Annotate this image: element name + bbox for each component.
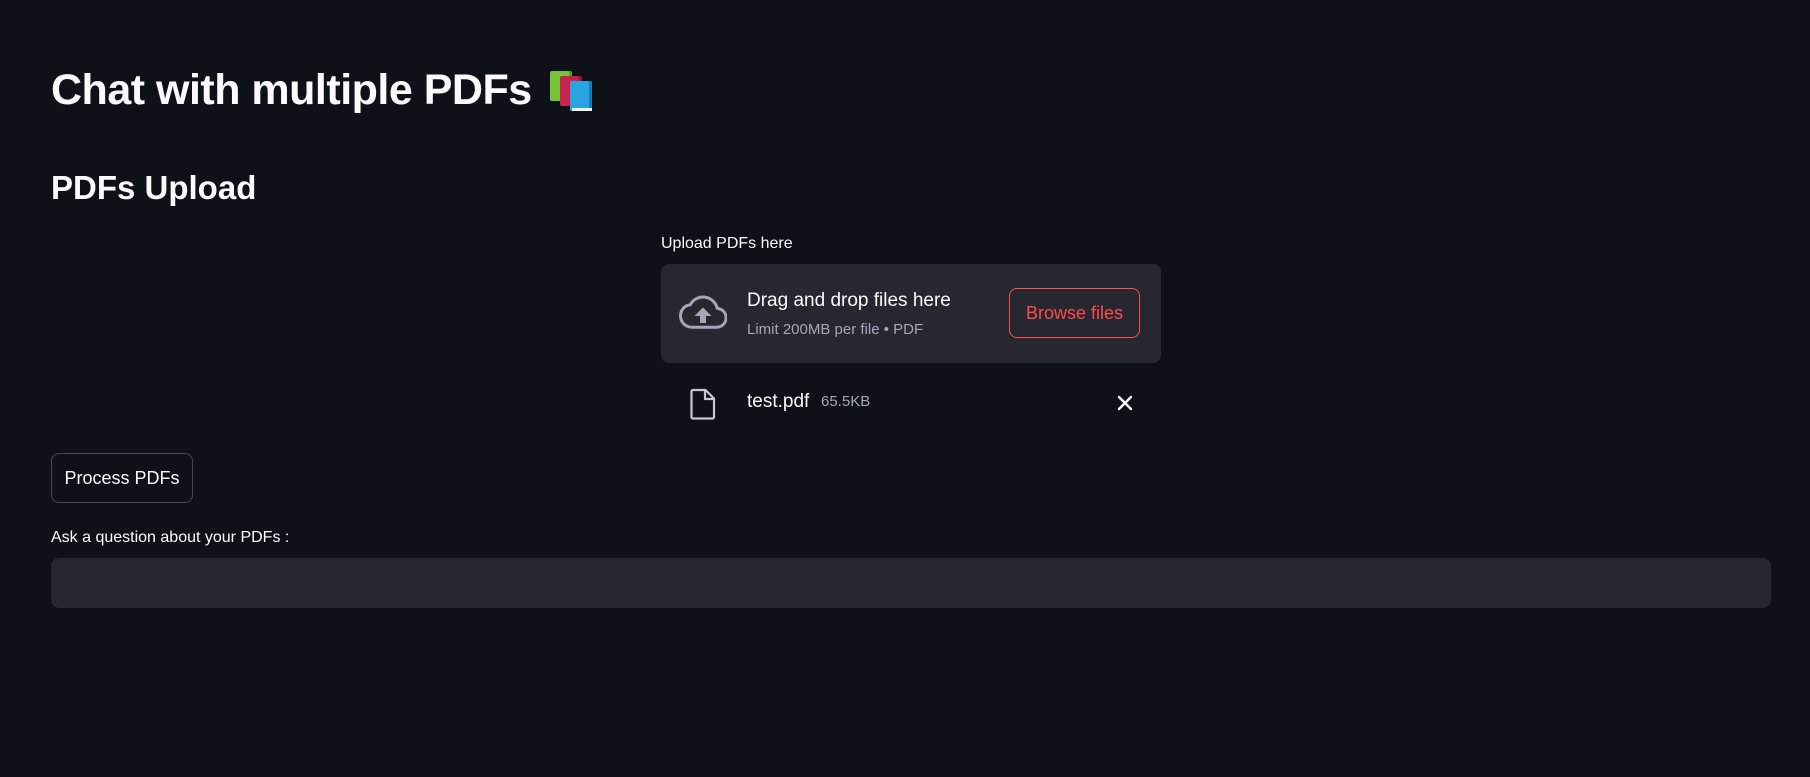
remove-file-button[interactable]: [1112, 390, 1138, 416]
uploaded-file-row: test.pdf 65.5KB: [661, 380, 1161, 424]
page-title: Chat with multiple PDFs: [51, 62, 596, 118]
question-label: Ask a question about your PDFs :: [51, 529, 290, 546]
process-pdfs-button[interactable]: Process PDFs: [51, 453, 193, 503]
dropzone-title: Drag and drop files here: [747, 290, 951, 311]
question-input[interactable]: [51, 558, 1771, 608]
book-page-shape: [571, 108, 592, 111]
uploader-label: Upload PDFs here: [661, 235, 793, 252]
cloud-upload-icon: [679, 295, 727, 329]
file-icon: [690, 388, 716, 420]
blue-book-shape: [569, 81, 592, 111]
dropzone-limit-text: Limit 200MB per file • PDF: [747, 321, 924, 338]
file-dropzone[interactable]: Drag and drop files here Limit 200MB per…: [661, 264, 1161, 363]
books-icon: [548, 68, 596, 112]
browse-files-button[interactable]: Browse files: [1009, 288, 1140, 338]
file-size: 65.5KB: [821, 393, 871, 410]
page-title-text: Chat with multiple PDFs: [51, 66, 532, 114]
file-name: test.pdf: [747, 391, 810, 412]
close-icon: [1117, 395, 1133, 411]
section-heading-pdfs-upload: PDFs Upload: [51, 169, 257, 206]
